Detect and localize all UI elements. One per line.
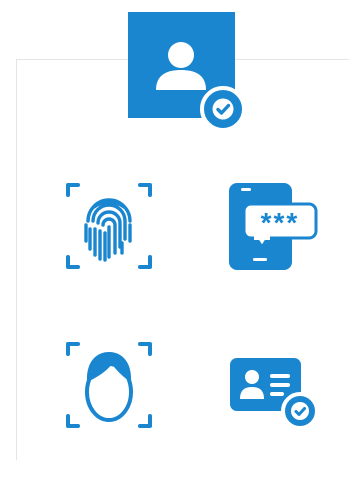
phone-password-method: *** <box>229 183 319 271</box>
masked-password-text: *** <box>261 207 300 238</box>
fingerprint-scan-icon <box>66 183 152 269</box>
fingerprint-method <box>64 181 154 271</box>
face-scan-method <box>64 340 154 430</box>
phone-password-icon: *** <box>229 183 318 270</box>
face-scan-icon <box>66 342 152 428</box>
checkmark-badge-icon <box>200 86 246 132</box>
id-card-method <box>229 358 321 430</box>
id-card-verified-icon <box>230 358 319 430</box>
